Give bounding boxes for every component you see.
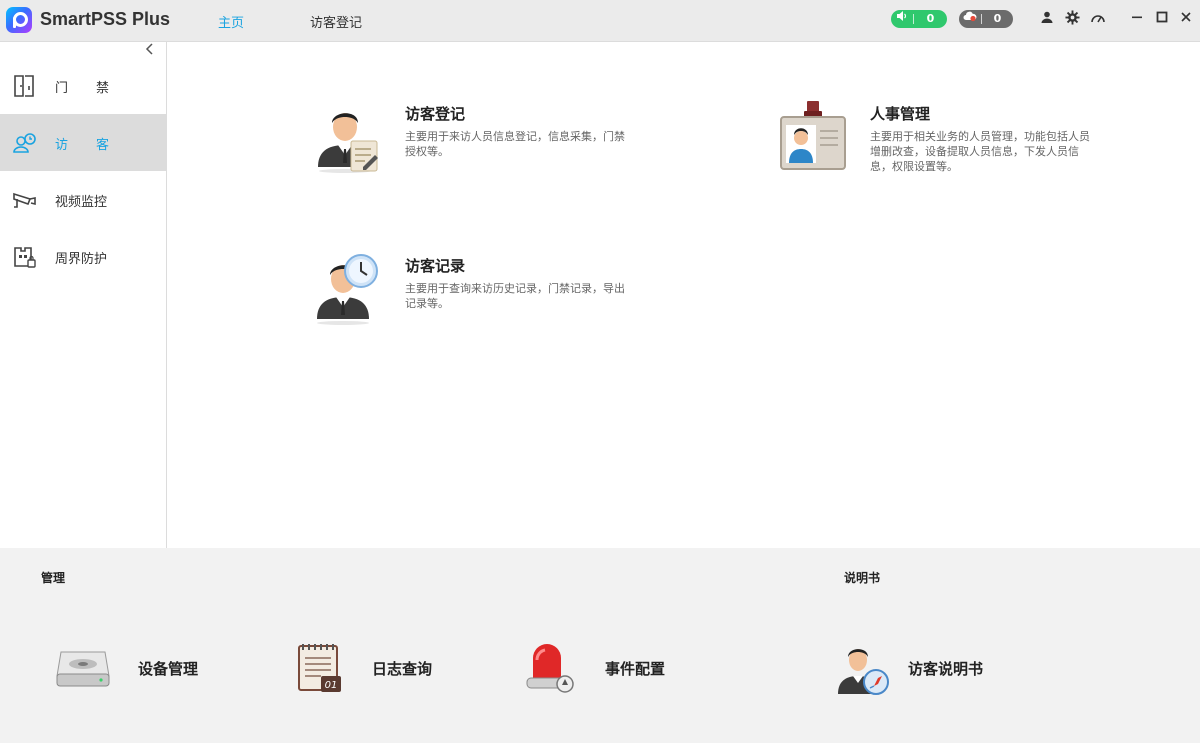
tab-visitor-register[interactable]: 访客登记: [310, 12, 362, 31]
card-description: 主要用于来访人员信息登记，信息采集，门禁授权等。: [405, 130, 625, 158]
card-title: 访客登记: [405, 105, 466, 123]
sidebar-item-perimeter[interactable]: 周界防护: [0, 228, 166, 285]
card-visitor-record[interactable]: 访客记录 主要用于查询来访历史记录，门禁记录，导出记录等。: [315, 253, 635, 329]
title-bar: SmartPSS Plus 主页 访客登记 0 0: [0, 0, 1200, 42]
sidebar-item-label: 访客: [55, 138, 138, 153]
minimize-icon[interactable]: [1128, 10, 1146, 28]
card-description: 主要用于查询来访历史记录，门禁记录，导出记录等。: [405, 282, 625, 310]
camera-icon: [12, 187, 38, 213]
visitor-guide-label: 访客说明书: [908, 660, 984, 678]
alarm-light-icon: [523, 640, 579, 696]
sidebar-item-video-surveillance[interactable]: 视频监控: [0, 171, 166, 228]
bottom-panel: 管理 说明书 设备管理 01 日志查询 事件配置 访客说明书: [0, 548, 1200, 743]
settings-gear-icon[interactable]: [1063, 10, 1081, 28]
card-personnel-management[interactable]: 人事管理 主要用于相关业务的人员管理，功能包括人员增删改查，设备提取人员信息，下…: [780, 101, 1110, 191]
visitor-register-icon: [315, 101, 381, 173]
log-query-button[interactable]: 01 日志查询: [290, 640, 450, 696]
manage-section-title: 管理: [41, 571, 66, 585]
log-calendar-icon: 01: [290, 640, 346, 696]
tab-home[interactable]: 主页: [218, 12, 244, 31]
alarm-status-pill[interactable]: 0: [959, 10, 1013, 28]
app-logo-icon: [6, 7, 32, 33]
visitor-clock-icon: [12, 130, 38, 156]
sound-count: 0: [926, 12, 935, 25]
log-query-label: 日志查询: [372, 660, 433, 678]
visitor-guide-icon: [836, 640, 892, 696]
manual-section-title: 说明书: [844, 571, 881, 585]
sidebar-item-access-control[interactable]: 门禁: [0, 57, 166, 114]
door-icon: [12, 73, 38, 99]
perimeter-icon: [12, 244, 38, 270]
device-management-button[interactable]: 设备管理: [55, 640, 215, 696]
visitor-guide-button[interactable]: 访客说明书: [836, 640, 1006, 696]
device-icon: [55, 640, 111, 696]
sidebar: 门禁 访客 视频监控 周界防护: [0, 42, 167, 548]
app-title: SmartPSS Plus: [40, 9, 171, 29]
speaker-icon: [891, 10, 913, 28]
personnel-badge-icon: [780, 101, 846, 173]
card-description: 主要用于相关业务的人员管理，功能包括人员增删改查，设备提取人员信息，下发人员信息…: [870, 130, 1090, 173]
sound-status-pill[interactable]: 0: [891, 10, 947, 28]
sidebar-item-label: 视频监控: [55, 195, 108, 210]
event-config-label: 事件配置: [605, 660, 666, 678]
maximize-icon[interactable]: [1153, 10, 1171, 28]
sidebar-item-label: 门禁: [55, 81, 138, 96]
device-management-label: 设备管理: [138, 660, 199, 678]
alarm-count: 0: [993, 12, 1002, 25]
card-title: 人事管理: [870, 105, 931, 123]
sidebar-item-label: 周界防护: [55, 252, 108, 267]
alarm-cloud-icon: [959, 10, 981, 28]
sidebar-item-visitor[interactable]: 访客: [0, 114, 166, 171]
visitor-record-icon: [315, 253, 381, 325]
card-visitor-register[interactable]: 访客登记 主要用于来访人员信息登记，信息采集，门禁授权等。: [315, 101, 635, 177]
svg-text:01: 01: [325, 680, 338, 691]
event-config-button[interactable]: 事件配置: [523, 640, 683, 696]
main-panel: 访客登记 主要用于来访人员信息登记，信息采集，门禁授权等。 人事管理 主要用于相…: [167, 42, 1200, 548]
performance-gauge-icon[interactable]: [1089, 10, 1107, 28]
close-icon[interactable]: [1177, 10, 1195, 28]
card-title: 访客记录: [405, 257, 466, 275]
user-icon[interactable]: [1038, 10, 1056, 28]
